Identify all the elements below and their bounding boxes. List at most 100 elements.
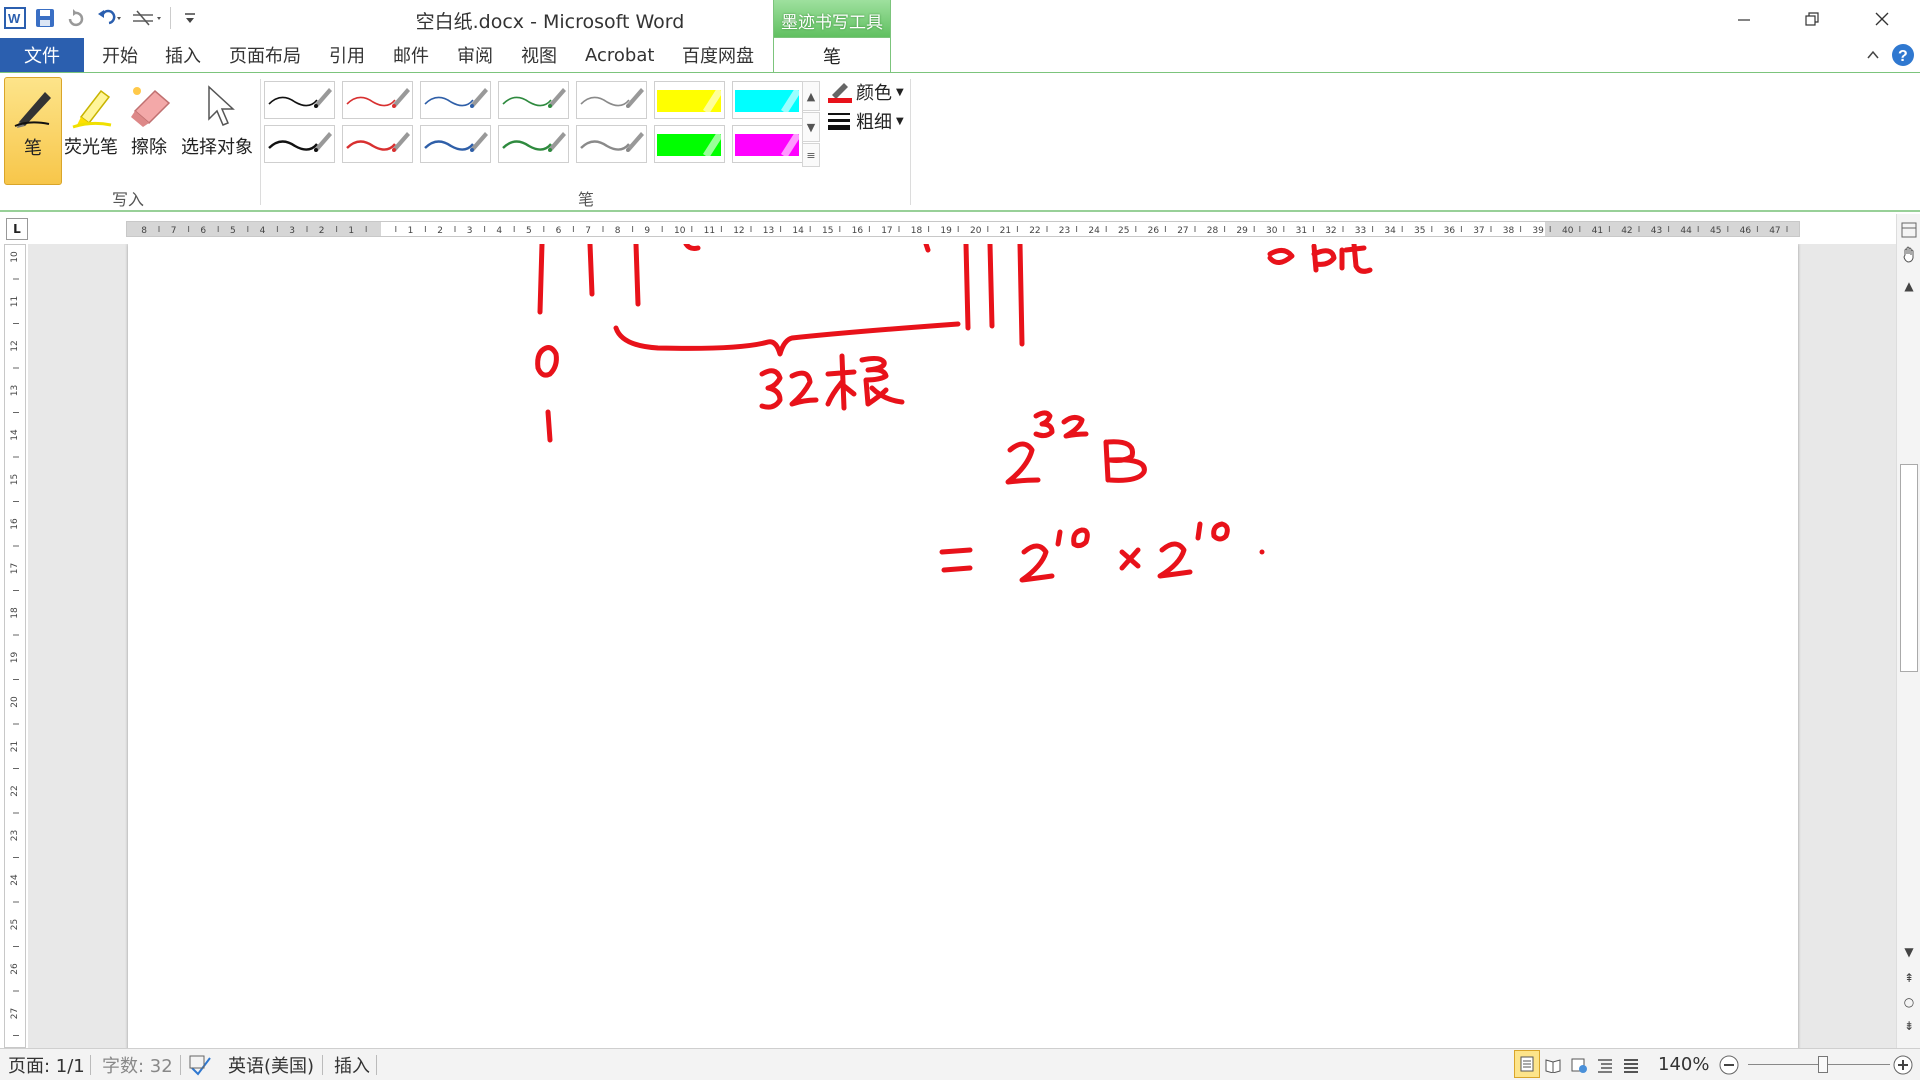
ruler-tick-label: 29	[1236, 226, 1248, 236]
scroll-down-arrow-icon[interactable]: ▼	[1899, 942, 1919, 962]
next-page-icon[interactable]: ⇟	[1899, 1016, 1919, 1036]
chevron-down-icon: ▼	[896, 115, 904, 127]
pen-style-swatch[interactable]	[576, 125, 647, 163]
gallery-more-button[interactable]: ≡	[802, 143, 820, 167]
pen-style-swatch[interactable]	[420, 125, 491, 163]
pen-style-swatch[interactable]	[264, 81, 335, 119]
pen-preview-icon	[580, 88, 644, 108]
ruler-tick-label: 10	[10, 251, 20, 263]
highlighter-button[interactable]: 荧光笔	[62, 77, 120, 181]
ruler-tick-label: 34	[1384, 226, 1396, 236]
zoom-level[interactable]: 140%	[1658, 1049, 1709, 1080]
horizontal-ruler-area: L 8 7 6 5 4 3 2 1 1 2 3 4 5 6 7 8 9 10 11 12 13 14 15 16 17 18 19 2…	[0, 214, 1920, 244]
select-browse-object-icon[interactable]: ○	[1899, 992, 1919, 1012]
pen-style-swatch[interactable]	[420, 81, 491, 119]
pen-button-label: 笔	[24, 138, 42, 159]
ruler-tick-label: 14	[10, 429, 20, 441]
horizontal-ruler[interactable]: 8 7 6 5 4 3 2 1 1 2 3 4 5 6 7 8 9 10 11 12 13 14 15 16 17 18 19 20 2…	[126, 221, 1800, 237]
app-name: Microsoft Word	[543, 11, 685, 33]
document-page[interactable]	[128, 244, 1798, 1048]
pen-color-icon	[828, 83, 852, 103]
tab-acrobat[interactable]: Acrobat	[585, 38, 654, 72]
pen-preview-icon	[580, 132, 644, 152]
pen-style-swatch[interactable]	[264, 125, 335, 163]
draft-view-icon[interactable]	[1622, 1049, 1640, 1080]
tab-insert[interactable]: 插入	[165, 38, 201, 72]
tab-selector-button[interactable]: L	[6, 218, 28, 240]
ruler-tick-label: 12	[10, 340, 20, 351]
tab-pen[interactable]: 笔	[773, 37, 891, 73]
ink-stroke	[789, 370, 819, 407]
ink-stroke	[859, 355, 905, 407]
highlighter-icon	[72, 89, 112, 129]
web-layout-icon[interactable]	[1570, 1049, 1588, 1080]
document-area[interactable]	[28, 244, 1896, 1048]
scroll-up-arrow-icon[interactable]: ▲	[1899, 276, 1919, 296]
tab-view[interactable]: 视图	[521, 38, 557, 72]
pen-style-swatch[interactable]	[498, 125, 569, 163]
ruler-tick-label: 13	[10, 385, 20, 396]
ink-drawing-canvas[interactable]	[128, 244, 1798, 1048]
tab-home[interactable]: 开始	[102, 38, 138, 72]
gallery-scroll-up[interactable]: ▲	[802, 81, 820, 111]
pen-preview-icon	[657, 132, 723, 158]
ink-stroke	[939, 547, 973, 573]
window-title: 空白纸.docx - Microsoft Word	[0, 7, 1100, 34]
pen-preview-icon	[424, 88, 488, 108]
full-screen-reading-icon[interactable]	[1544, 1049, 1562, 1080]
pen-style-swatch[interactable]	[498, 81, 569, 119]
restore-button[interactable]	[1778, 0, 1846, 38]
ink-stroke	[545, 409, 553, 443]
previous-page-icon[interactable]: ⇞	[1899, 968, 1919, 988]
pen-style-swatch[interactable]	[654, 81, 725, 119]
hand-pan-icon[interactable]	[1899, 244, 1919, 264]
eraser-button[interactable]: 擦除	[120, 77, 178, 181]
vertical-scrollbar[interactable]: ▲ ▼ ⇞ ○ ⇟	[1896, 214, 1920, 1048]
minimize-ribbon-button[interactable]	[1858, 38, 1888, 72]
ruler-ticks: 8 7 6 5 4 3 2 1 1 2 3 4 5 6 7 8 9 10 11 12 13 14 15 16 17 18 19 20 2…	[141, 226, 1788, 236]
ruler-tick-label: 4	[260, 226, 266, 236]
zoom-in-icon[interactable]	[1892, 1049, 1914, 1080]
pen-style-swatch[interactable]	[732, 125, 803, 163]
pen-icon	[14, 92, 51, 128]
view-ruler-toggle-icon[interactable]	[1899, 220, 1919, 240]
color-button[interactable]: 颜色 ▼	[828, 79, 904, 105]
tab-page-layout[interactable]: 页面布局	[229, 38, 301, 72]
minimize-button[interactable]	[1710, 0, 1778, 38]
tab-baidu-netdisk[interactable]: 百度网盘	[682, 38, 754, 72]
ruler-tick-label: 6	[556, 226, 562, 236]
pen-style-swatch[interactable]	[342, 125, 413, 163]
svg-text:?: ?	[1898, 48, 1908, 65]
ruler-tick-label: 43	[1651, 226, 1662, 236]
vertical-ruler[interactable]: 10111213141516171819202122232425262728	[4, 244, 26, 1048]
page-indicator[interactable]: 页面: 1/1	[8, 1049, 85, 1080]
tab-file[interactable]: 文件	[0, 38, 84, 72]
pen-style-swatch[interactable]	[732, 81, 803, 119]
pen-style-swatch[interactable]	[342, 81, 413, 119]
ink-stroke	[1061, 414, 1089, 439]
thickness-button[interactable]: 粗细 ▼	[828, 108, 904, 134]
pen-style-swatch[interactable]	[654, 125, 725, 163]
ink-stroke	[1017, 244, 1025, 347]
language-indicator[interactable]: 英语(美国)	[228, 1049, 314, 1080]
pen-style-swatch[interactable]	[576, 81, 647, 119]
zoom-slider-thumb[interactable]	[1818, 1056, 1828, 1073]
tab-references[interactable]: 引用	[329, 38, 365, 72]
tab-mailings[interactable]: 邮件	[393, 38, 429, 72]
ribbon-body: 笔 荧光笔 擦除 选择对象 写入 ▲ ▼ ≡ 颜色 ▼ 粗细 ▼ 笔	[0, 72, 1920, 212]
help-button[interactable]: ?	[1886, 38, 1920, 72]
zoom-out-icon[interactable]	[1718, 1049, 1740, 1080]
print-layout-view-icon[interactable]	[1514, 1050, 1540, 1078]
gallery-scroll-down[interactable]: ▼	[802, 112, 820, 142]
scrollbar-thumb[interactable]	[1900, 464, 1918, 672]
proofing-icon[interactable]	[188, 1049, 214, 1080]
close-button[interactable]	[1848, 0, 1916, 38]
thickness-button-label: 粗细	[856, 112, 892, 133]
insert-mode-indicator[interactable]: 插入	[334, 1049, 370, 1080]
outline-view-icon[interactable]	[1596, 1049, 1614, 1080]
select-objects-button[interactable]: 选择对象	[178, 77, 256, 181]
tab-review[interactable]: 审阅	[457, 38, 493, 72]
word-count[interactable]: 字数: 32	[102, 1049, 173, 1080]
ruler-tick-label: 23	[1059, 226, 1070, 236]
pen-button[interactable]: 笔	[4, 77, 62, 185]
